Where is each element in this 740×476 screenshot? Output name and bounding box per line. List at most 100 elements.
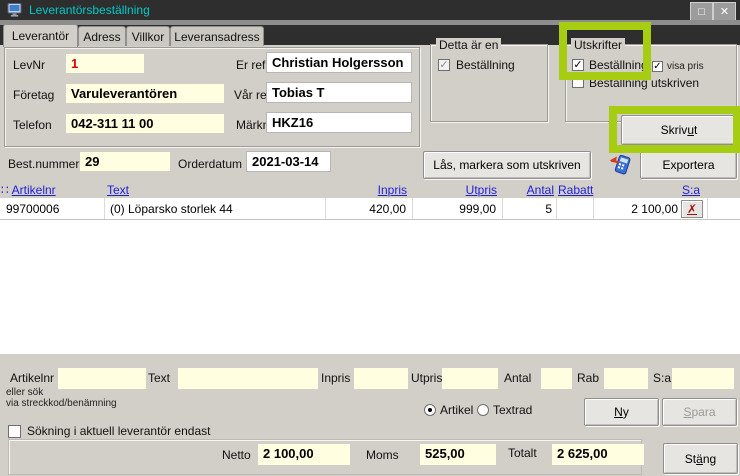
skriv-ut-label-post: t xyxy=(694,123,697,137)
cell-text: (0) Löparsko storlek 44 xyxy=(105,198,326,219)
artikel-radio-label: Artikel xyxy=(440,403,473,417)
tab-leverantor[interactable]: Leverantör xyxy=(3,24,78,47)
check-icon: ✓ xyxy=(653,62,661,72)
column-header-sa[interactable]: S:a xyxy=(594,183,708,197)
table-row[interactable]: 99700006 (0) Löparsko storlek 44 420,00 … xyxy=(0,198,740,220)
export-device-icon[interactable] xyxy=(606,151,633,177)
entry-sa-label: S:a xyxy=(653,371,671,385)
column-header-inpris[interactable]: Inpris xyxy=(326,183,413,197)
check-icon: ✓ xyxy=(573,60,582,71)
bestnummer-label: Best.nummer xyxy=(8,157,79,171)
column-header-antal[interactable]: Antal xyxy=(503,183,557,197)
foretag-field[interactable]: Varuleverantören xyxy=(66,84,224,103)
detta-ar-en-title: Detta är en xyxy=(436,38,501,52)
moms-field: 525,00 xyxy=(420,444,496,465)
maximize-button[interactable]: □ xyxy=(690,2,713,21)
entry-text-field[interactable] xyxy=(178,368,318,389)
spara-button[interactable]: Spara xyxy=(662,398,737,426)
entry-antal-field[interactable] xyxy=(541,368,572,389)
check-icon: ✓ xyxy=(439,60,448,71)
detta-ar-en-groupbox xyxy=(430,44,548,122)
exportera-button[interactable]: Exportera xyxy=(640,151,737,179)
levnr-field[interactable]: 1 xyxy=(66,54,144,73)
bestallning-checkbox-label: Beställning xyxy=(589,58,648,72)
ny-label-post: y xyxy=(623,405,629,419)
textrad-radio[interactable] xyxy=(477,404,489,416)
cell-inpris: 420,00 xyxy=(326,198,413,219)
totalt-field: 2 625,00 xyxy=(552,444,644,465)
via-streckkod-label: via streckkod/benämning xyxy=(6,398,117,409)
column-header-artikelnr[interactable]: ∷Artikelnr xyxy=(0,183,105,197)
skriv-ut-label-pre: Skriv xyxy=(661,123,688,137)
entry-rab-field[interactable] xyxy=(604,368,648,389)
foretag-label: Företag xyxy=(13,88,54,102)
tab-leveransadress[interactable]: Leveransadress xyxy=(170,26,264,46)
bestallning-disabled-label: Beställning xyxy=(456,58,515,72)
column-header-utpris[interactable]: Utpris xyxy=(413,183,503,197)
bestallning-utskriven-checkbox[interactable] xyxy=(572,76,584,88)
entry-sa-field[interactable] xyxy=(672,368,734,389)
entry-inpris-label: Inpris xyxy=(321,371,350,385)
close-button[interactable]: ✕ xyxy=(713,2,736,21)
visa-pris-checkbox[interactable]: ✓ xyxy=(652,61,663,72)
ny-button[interactable]: Ny xyxy=(584,398,659,426)
moms-label: Moms xyxy=(366,448,399,462)
column-header-rabatt[interactable]: Rabatt xyxy=(557,183,594,197)
cell-rabatt xyxy=(557,198,594,219)
textrad-radio-label: Textrad xyxy=(493,403,532,417)
entry-antal-label: Antal xyxy=(504,371,531,385)
table-body-area xyxy=(0,198,740,354)
skriv-ut-label-key: u xyxy=(687,123,694,137)
skriv-ut-button[interactable]: Skriv ut xyxy=(621,115,737,145)
column-header-text[interactable]: Text xyxy=(105,183,326,197)
totalt-label: Totalt xyxy=(508,446,537,460)
stang-label-post: ng xyxy=(703,452,716,466)
tab-villkor[interactable]: Villkor xyxy=(126,26,170,46)
markn-field[interactable]: HKZ16 xyxy=(266,112,412,133)
cell-artikelnr: 99700006 xyxy=(0,198,105,219)
er-ref-field[interactable]: Christian Holgersson xyxy=(266,52,412,73)
stang-label-key: ä xyxy=(696,452,703,466)
er-ref-label: Er ref. xyxy=(236,58,269,72)
spara-label-post: para xyxy=(691,405,715,419)
grid-marker-icon: ∷ xyxy=(1,183,9,197)
netto-label: Netto xyxy=(222,448,251,462)
leverantorsbestallning-window: Leverantörsbeställning □ ✕ Leverantör Ad… xyxy=(0,0,740,476)
bestnummer-field[interactable]: 29 xyxy=(80,152,170,171)
bestallning-utskriven-label: Beställning utskriven xyxy=(589,76,699,90)
telefon-field[interactable]: 042-311 11 00 xyxy=(66,114,224,133)
eller-sok-label: eller sök xyxy=(6,387,43,398)
sokning-label: Sökning i aktuell leverantör endast xyxy=(27,424,210,438)
cell-sa: 2 100,00 ✗ xyxy=(594,198,708,219)
artikel-radio[interactable] xyxy=(424,404,436,416)
window-titlebar[interactable]: Leverantörsbeställning xyxy=(0,0,740,20)
var-ref-field[interactable]: Tobias T xyxy=(266,82,412,103)
orderdatum-label: Orderdatum xyxy=(178,157,242,171)
tab-adress[interactable]: Adress xyxy=(78,26,126,46)
bestallning-disabled-checkbox: ✓ xyxy=(438,59,450,71)
stang-button[interactable]: Stäng xyxy=(663,443,738,474)
app-icon xyxy=(7,3,23,17)
bestallning-checkbox[interactable]: ✓ xyxy=(572,59,584,71)
entry-rab-label: Rab xyxy=(577,371,599,385)
cell-antal: 5 xyxy=(503,198,557,219)
titlebar-divider xyxy=(0,20,740,25)
entry-inpris-field[interactable] xyxy=(354,368,408,389)
levnr-label: LevNr xyxy=(13,58,45,72)
entry-artikelnr-label: Artikelnr xyxy=(10,371,54,385)
cell-utpris: 999,00 xyxy=(413,198,503,219)
telefon-label: Telefon xyxy=(13,118,52,132)
stang-label-pre: St xyxy=(685,452,696,466)
entry-artikelnr-field[interactable] xyxy=(58,368,146,389)
visa-pris-label: visa pris xyxy=(667,61,704,72)
delete-row-icon[interactable]: ✗ xyxy=(681,200,703,218)
las-markera-button[interactable]: Lås, markera som utskriven xyxy=(423,151,591,179)
orderdatum-field[interactable]: 2021-03-14 xyxy=(246,151,331,172)
window-title: Leverantörsbeställning xyxy=(29,3,150,17)
sokning-checkbox[interactable] xyxy=(8,425,21,438)
utskrifter-title: Utskrifter xyxy=(571,38,625,52)
entry-utpris-field[interactable] xyxy=(442,368,498,389)
cell-sa-value: 2 100,00 xyxy=(631,202,678,216)
entry-utpris-label: Utpris xyxy=(411,371,442,385)
ny-label-key: N xyxy=(614,405,623,419)
